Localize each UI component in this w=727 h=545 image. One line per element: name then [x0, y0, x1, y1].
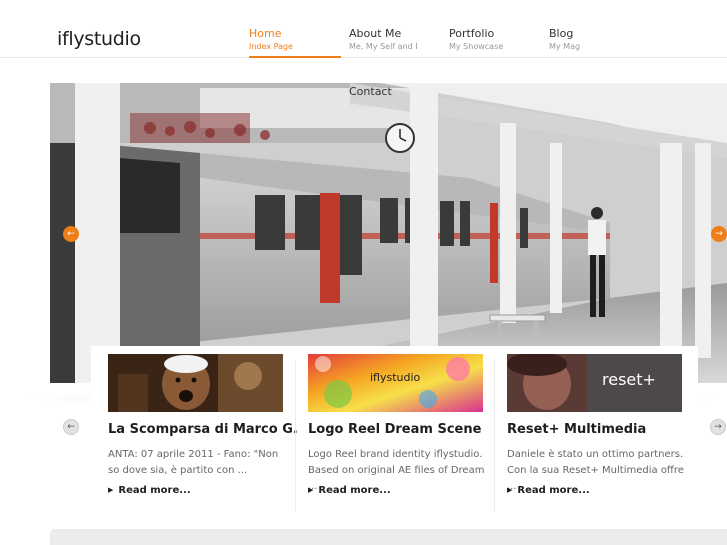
page: iflystudio Home Index Page About Me Me, …	[0, 0, 727, 545]
read-more-link[interactable]: ▶ Read more...	[108, 485, 191, 496]
nav-sublabel: My Showcase	[449, 42, 504, 51]
cards-next-button[interactable]: →	[710, 419, 726, 435]
read-more-link[interactable]: ▶ Read more...	[308, 485, 391, 496]
featured-posts: La Scomparsa di Marco G. ANTA: 07 aprile…	[91, 346, 698, 516]
nav-label: Contact	[349, 85, 392, 98]
nav-item-home[interactable]: Home Index Page	[249, 28, 341, 58]
site-logo[interactable]: iflystudio	[57, 28, 141, 50]
post-thumbnail[interactable]	[108, 354, 283, 412]
nav-label: Home	[249, 27, 282, 40]
thumb-caption: iflystudio	[370, 371, 421, 384]
post-title[interactable]: Logo Reel Dream Scene	[308, 422, 481, 437]
arrow-left-icon: ←	[67, 421, 75, 432]
nav-active-indicator	[249, 56, 341, 58]
nav-item-about[interactable]: About Me Me, My Self and I	[349, 28, 441, 58]
thumb-caption: reset+	[602, 370, 656, 389]
thumb-party-photo	[108, 354, 283, 412]
nav-item-contact[interactable]: Contact Catch Me!	[349, 86, 441, 116]
cards-prev-button[interactable]: ←	[63, 419, 79, 435]
post-card: reset+ Reset+ Multimedia Daniele è stato…	[490, 346, 690, 512]
hero-slide-image	[50, 83, 727, 383]
post-card: iflystudio Logo Reel Dream Scene Logo Re…	[291, 346, 491, 512]
nav-item-blog[interactable]: Blog My Mag	[549, 28, 641, 58]
post-thumbnail[interactable]: iflystudio	[308, 354, 483, 412]
nav-label: About Me	[349, 27, 402, 40]
arrow-right-icon: →	[714, 421, 722, 432]
triangle-right-icon: ▶	[308, 486, 314, 494]
arrow-right-icon: →	[715, 228, 723, 239]
nav-sublabel: Me, My Self and I	[349, 42, 418, 51]
nav-item-portfolio[interactable]: Portfolio My Showcase	[449, 28, 541, 58]
post-card: La Scomparsa di Marco G. ANTA: 07 aprile…	[91, 346, 298, 512]
read-more-label: Read more...	[118, 485, 191, 496]
nav-sublabel: Index Page	[249, 42, 293, 51]
post-title[interactable]: Reset+ Multimedia	[507, 422, 646, 437]
slider-next-button[interactable]: →	[711, 226, 727, 242]
site-header: iflystudio Home Index Page About Me Me, …	[0, 0, 727, 58]
triangle-right-icon: ▶	[108, 486, 114, 494]
triangle-right-icon: ▶	[507, 486, 513, 494]
read-more-label: Read more...	[517, 485, 590, 496]
arrow-left-icon: ←	[67, 228, 75, 239]
nav-sublabel: My Mag	[549, 42, 581, 51]
footer-bar	[50, 529, 727, 545]
post-title[interactable]: La Scomparsa di Marco G.	[108, 422, 298, 437]
nav-label: Portfolio	[449, 27, 495, 40]
post-thumbnail[interactable]: reset+	[507, 354, 682, 412]
train-station-photo	[50, 83, 727, 383]
nav-sublabel: Catch Me!	[349, 100, 390, 109]
slider-prev-button[interactable]: ←	[63, 226, 79, 242]
read-more-label: Read more...	[318, 485, 391, 496]
read-more-link[interactable]: ▶ Read more...	[507, 485, 590, 496]
nav-label: Blog	[549, 27, 574, 40]
post-excerpt: ANTA: 07 aprile 2011 - Fano: "Non so dov…	[108, 449, 279, 476]
